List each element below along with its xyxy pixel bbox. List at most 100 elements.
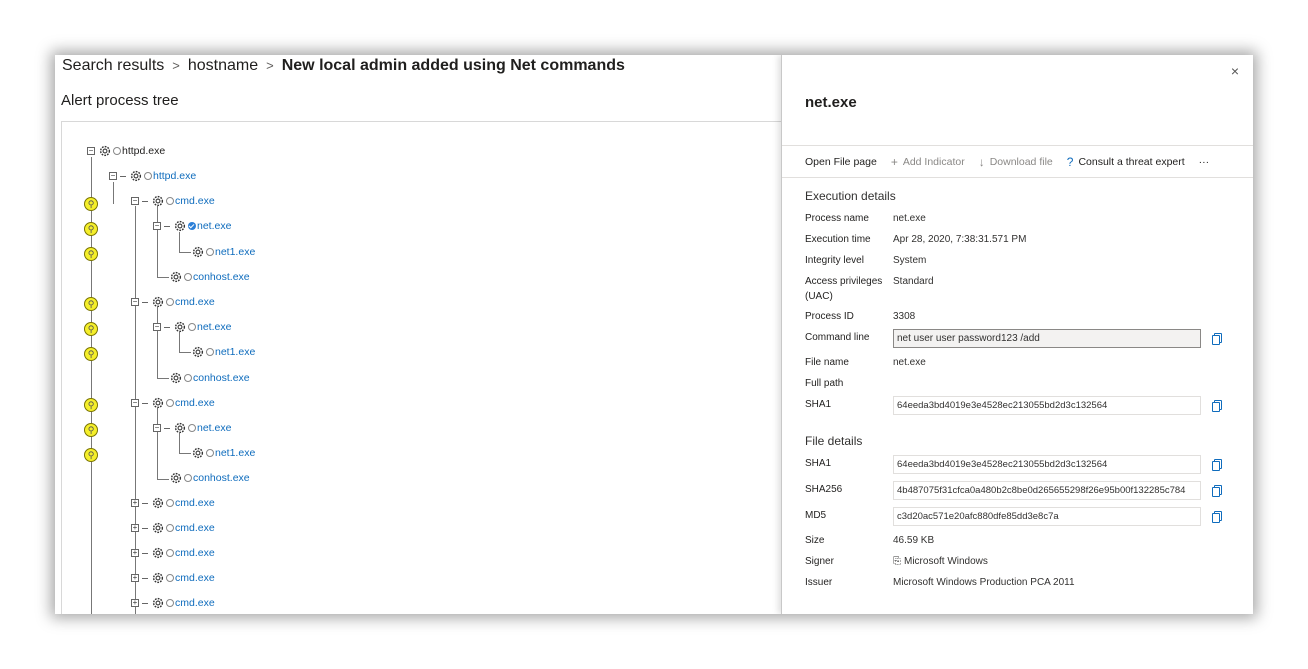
collapse-icon[interactable]: − (131, 298, 139, 306)
tree-node[interactable]: net1.exe (191, 343, 255, 361)
collapse-icon[interactable]: − (153, 424, 161, 432)
tree-node[interactable]: conhost.exe (169, 369, 250, 387)
tree-node[interactable]: + cmd.exe (131, 594, 215, 612)
process-name[interactable]: cmd.exe (175, 497, 215, 509)
tree-node[interactable]: + cmd.exe (131, 494, 215, 512)
tree-node[interactable]: − cmd.exe (131, 293, 215, 311)
tree-node[interactable]: conhost.exe (169, 268, 250, 286)
copy-icon[interactable] (1212, 459, 1222, 471)
status-circle-icon (166, 499, 174, 507)
collapse-icon[interactable]: − (109, 172, 117, 180)
expand-icon[interactable]: + (131, 599, 139, 607)
process-name[interactable]: conhost.exe (193, 271, 250, 283)
process-name[interactable]: net1.exe (215, 447, 255, 459)
process-name[interactable]: httpd.exe (153, 170, 196, 182)
process-name[interactable]: cmd.exe (175, 522, 215, 534)
collapse-icon[interactable]: − (131, 399, 139, 407)
tree-node[interactable]: + cmd.exe (131, 569, 215, 587)
tree-node[interactable]: − net.exe (153, 419, 231, 437)
sha256-row: SHA256 (805, 482, 893, 497)
sha256-label: SHA256 (805, 484, 843, 495)
process-name[interactable]: net1.exe (215, 346, 255, 358)
sha1-label: SHA1 (805, 399, 832, 410)
copy-icon[interactable] (1212, 485, 1222, 497)
tree-node[interactable]: net1.exe (191, 243, 255, 261)
copy-icon[interactable] (1212, 511, 1222, 523)
integrity-row: Integrity level System (805, 253, 926, 268)
tree-node[interactable]: − net.exe (153, 318, 231, 336)
size-row: Size 46.59 KB (805, 533, 934, 548)
process-name[interactable]: cmd.exe (175, 547, 215, 559)
tree-node[interactable]: + cmd.exe (131, 519, 215, 537)
gear-icon (152, 397, 164, 409)
open-file-page-button[interactable]: Open File page (805, 156, 877, 168)
cmdline-field[interactable]: net user user password123 /add (893, 329, 1201, 348)
status-circle-icon (184, 273, 192, 281)
process-name[interactable]: cmd.exe (175, 195, 215, 207)
tree-line (179, 352, 191, 353)
add-indicator-button[interactable]: + Add Indicator (891, 155, 965, 169)
alert-marker-icon[interactable]: ⚲ (84, 247, 98, 261)
collapse-icon[interactable]: − (87, 147, 95, 155)
status-circle-icon (188, 424, 196, 432)
process-name[interactable]: conhost.exe (193, 472, 250, 484)
process-name[interactable]: net1.exe (215, 246, 255, 258)
alert-marker-icon[interactable]: ⚲ (84, 423, 98, 437)
tree-node[interactable]: − cmd.exe (131, 192, 215, 210)
copy-icon[interactable] (1212, 333, 1222, 345)
tree-node[interactable]: conhost.exe (169, 469, 250, 487)
file-sha1-field[interactable]: 64eeda3bd4019e3e4528ec213055bd2d3c132564 (893, 455, 1201, 474)
expand-icon[interactable]: + (131, 549, 139, 557)
breadcrumb-search-results[interactable]: Search results (62, 57, 164, 74)
collapse-icon[interactable]: − (153, 222, 161, 230)
more-options-button[interactable]: ··· (1199, 156, 1210, 168)
alert-marker-icon[interactable]: ⚲ (84, 297, 98, 311)
process-name[interactable]: cmd.exe (175, 296, 215, 308)
tree-node[interactable]: + cmd.exe (131, 544, 215, 562)
status-circle-icon (184, 374, 192, 382)
consult-expert-button[interactable]: ? Consult a threat expert (1067, 155, 1185, 169)
gear-icon (174, 321, 186, 333)
tree-node[interactable]: − httpd.exe (109, 167, 196, 185)
alert-marker-icon[interactable]: ⚲ (84, 197, 98, 211)
gear-icon (174, 220, 186, 232)
alert-marker-icon[interactable]: ⚲ (84, 222, 98, 236)
collapse-icon[interactable]: − (131, 197, 139, 205)
expand-icon[interactable]: + (131, 499, 139, 507)
tree-connector (120, 175, 126, 177)
sha1-field[interactable]: 64eeda3bd4019e3e4528ec213055bd2d3c132564 (893, 396, 1201, 415)
gear-icon (152, 296, 164, 308)
alert-marker-icon[interactable]: ⚲ (84, 448, 98, 462)
sha1-row: SHA1 (805, 397, 893, 412)
tree-line (157, 378, 169, 379)
process-name[interactable]: net.exe (197, 220, 231, 232)
tree-line (179, 453, 191, 454)
copy-icon[interactable] (1212, 400, 1222, 412)
tree-connector (142, 200, 148, 202)
tree-node[interactable]: − net.exe (153, 217, 231, 235)
close-icon[interactable]: × (1231, 63, 1239, 79)
breadcrumb-hostname[interactable]: hostname (188, 57, 258, 74)
md5-field[interactable]: c3d20ac571e20afc880dfe85dd3e8c7a (893, 507, 1201, 526)
gear-icon (170, 271, 182, 283)
alert-marker-icon[interactable]: ⚲ (84, 322, 98, 336)
expand-icon[interactable]: + (131, 524, 139, 532)
tree-node[interactable]: net1.exe (191, 444, 255, 462)
process-name[interactable]: cmd.exe (175, 572, 215, 584)
alert-marker-icon[interactable]: ⚲ (84, 398, 98, 412)
download-file-button[interactable]: ↓ Download file (979, 155, 1053, 169)
more-icon: ··· (1198, 155, 1210, 168)
status-circle-icon (113, 147, 121, 155)
execution-details-title: Execution details (805, 189, 896, 203)
process-name[interactable]: net.exe (197, 422, 231, 434)
expand-icon[interactable]: + (131, 574, 139, 582)
process-name[interactable]: conhost.exe (193, 372, 250, 384)
tree-node[interactable]: − httpd.exe (87, 142, 165, 160)
process-name[interactable]: cmd.exe (175, 597, 215, 609)
collapse-icon[interactable]: − (153, 323, 161, 331)
alert-marker-icon[interactable]: ⚲ (84, 347, 98, 361)
tree-node[interactable]: − cmd.exe (131, 394, 215, 412)
process-name[interactable]: cmd.exe (175, 397, 215, 409)
sha256-field[interactable]: 4b487075f31cfca0a480b2c8be0d265655298f26… (893, 481, 1201, 500)
process-name[interactable]: net.exe (197, 321, 231, 333)
